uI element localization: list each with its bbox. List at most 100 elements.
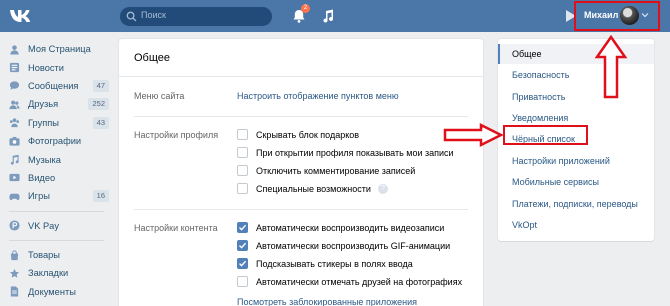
checkbox-box[interactable] bbox=[237, 258, 248, 269]
count-badge: 252 bbox=[88, 98, 109, 111]
sidebar-item-label: VK Pay bbox=[28, 220, 60, 231]
search-placeholder: Поиск bbox=[141, 10, 166, 20]
checkbox-box[interactable] bbox=[237, 222, 248, 233]
sidebar-item-music[interactable]: Музыка bbox=[0, 150, 112, 168]
menu-item-privacy[interactable]: Приватность bbox=[498, 87, 654, 107]
video-icon bbox=[9, 174, 20, 182]
configure-menu-link[interactable]: Настроить отображение пунктов меню bbox=[237, 91, 399, 101]
checkbox-disable-comments[interactable]: Отключить комментирование записей bbox=[237, 165, 415, 176]
games-icon bbox=[9, 193, 20, 200]
sidebar-item-label: Товары bbox=[28, 250, 60, 261]
news-icon bbox=[9, 62, 20, 73]
sidebar-item-video[interactable]: Видео bbox=[0, 169, 112, 187]
menu-item-payments[interactable]: Платежи, подписки, переводы bbox=[498, 194, 654, 214]
divider bbox=[134, 209, 468, 210]
sidebar-item-label: Закладки bbox=[28, 268, 69, 279]
checkbox-label: Специальные возможности bbox=[256, 183, 371, 194]
sidebar-item-bookmarks[interactable]: Закладки bbox=[0, 264, 112, 282]
help-icon[interactable]: ? bbox=[377, 183, 388, 194]
checkbox-box[interactable] bbox=[237, 240, 248, 251]
friends-icon bbox=[9, 100, 20, 109]
divider bbox=[119, 76, 483, 77]
settings-panel: Общее Меню сайта Настроить отображение п… bbox=[119, 39, 483, 306]
sidebar-item-friends[interactable]: Друзья 252 bbox=[0, 95, 112, 113]
checkbox-show-my-posts[interactable]: При открытии профиля показывать мои запи… bbox=[237, 147, 454, 158]
sidebar-item-label: Музыка bbox=[28, 154, 61, 165]
menu-item-mobile-services[interactable]: Мобильные сервисы bbox=[498, 172, 654, 192]
checkbox-autoplay-video[interactable]: Автоматически воспроизводить видеозаписи bbox=[237, 222, 444, 233]
bookmarks-icon bbox=[9, 268, 20, 278]
checkbox-suggest-stickers[interactable]: Подсказывать стикеры в полях ввода bbox=[237, 258, 413, 269]
checkbox-label: Автоматически воспроизводить GIF-анимаци… bbox=[256, 240, 451, 251]
messages-icon bbox=[9, 81, 20, 91]
count-badge: 47 bbox=[92, 79, 109, 92]
user-menu-highlight bbox=[574, 1, 660, 31]
divider bbox=[134, 116, 468, 117]
groups-icon bbox=[9, 118, 20, 128]
sidebar-item-label: Новости bbox=[28, 62, 64, 73]
checkbox-label: Отключить комментирование записей bbox=[256, 165, 416, 176]
sidebar-item-label: Сообщения bbox=[28, 80, 79, 91]
checkbox-autoplay-gif[interactable]: Автоматически воспроизводить GIF-анимаци… bbox=[237, 240, 450, 251]
menu-item-security[interactable]: Безопасность bbox=[498, 65, 654, 85]
top-header: Поиск 2 Михаил bbox=[0, 0, 670, 32]
photo-icon bbox=[9, 136, 20, 146]
goods-icon bbox=[10, 250, 19, 260]
sidebar-item-photos[interactable]: Фотографии bbox=[0, 132, 112, 150]
checkbox-label: При открытии профиля показывать мои запи… bbox=[256, 147, 454, 158]
music-icon[interactable] bbox=[320, 8, 336, 24]
music-icon bbox=[10, 154, 19, 165]
page-title: Общее bbox=[134, 52, 171, 64]
menu-item-app-settings[interactable]: Настройки приложений bbox=[498, 151, 654, 171]
count-badge: 16 bbox=[92, 190, 109, 203]
checkbox-box[interactable] bbox=[237, 165, 248, 176]
checkbox-label: Подсказывать стикеры в полях ввода bbox=[256, 258, 413, 269]
checkbox-box[interactable] bbox=[237, 183, 248, 194]
count-badge: 43 bbox=[92, 116, 109, 129]
profile-section-label: Настройки профиля bbox=[134, 130, 219, 140]
sidebar-item-groups[interactable]: Группы 43 bbox=[0, 114, 112, 132]
checkbox-hide-gifts[interactable]: Скрывать блок подарков bbox=[237, 129, 359, 140]
sidebar-divider bbox=[9, 239, 104, 241]
vk-logo-icon[interactable] bbox=[8, 7, 32, 25]
sidebar-item-vkpay[interactable]: VK Pay bbox=[0, 217, 112, 235]
checkbox-accessibility[interactable]: Специальные возможности ? bbox=[237, 183, 388, 194]
sidebar-item-games[interactable]: Игры 16 bbox=[0, 187, 112, 205]
vkpay-icon bbox=[9, 220, 20, 231]
sidebar-item-label: Документы bbox=[28, 286, 76, 297]
notification-badge: 2 bbox=[301, 4, 310, 13]
sidebar-item-goods[interactable]: Товары bbox=[0, 246, 112, 264]
sidebar-item-label: Моя Страница bbox=[28, 44, 91, 55]
menu-section-label: Меню сайта bbox=[134, 91, 185, 101]
menu-item-general[interactable]: Общее bbox=[498, 44, 654, 64]
sidebar-item-my-page[interactable]: Моя Страница bbox=[0, 40, 112, 58]
checkbox-tag-friends[interactable]: Автоматически отмечать друзей на фотогра… bbox=[237, 276, 462, 287]
sidebar-item-label: Игры bbox=[28, 191, 50, 202]
checkbox-label: Скрывать блок подарков bbox=[256, 129, 360, 140]
menu-item-vkopt[interactable]: VkOpt bbox=[498, 215, 654, 235]
content-section-label: Настройки контента bbox=[134, 223, 218, 233]
sidebar-item-label: Группы bbox=[28, 117, 59, 128]
checkbox-label: Автоматически воспроизводить видеозаписи bbox=[256, 222, 445, 233]
sidebar-item-messages[interactable]: Сообщения 47 bbox=[0, 77, 112, 95]
checkbox-label: Автоматически отмечать друзей на фотогра… bbox=[256, 276, 463, 287]
sidebar-divider bbox=[9, 210, 104, 212]
sidebar-item-documents[interactable]: Документы bbox=[0, 283, 112, 301]
sidebar-item-label: Друзья bbox=[28, 99, 59, 110]
right-arrow-icon bbox=[443, 123, 503, 147]
check-icon bbox=[239, 242, 247, 249]
left-sidebar: Моя Страница Новости Сообщения 47 Друзья… bbox=[0, 40, 112, 301]
home-icon bbox=[10, 45, 19, 55]
checkbox-box[interactable] bbox=[237, 147, 248, 158]
sidebar-item-news[interactable]: Новости bbox=[0, 58, 112, 76]
documents-icon bbox=[10, 286, 19, 297]
blocked-apps-link[interactable]: Посмотреть заблокированные приложения bbox=[237, 297, 417, 306]
search-input[interactable]: Поиск bbox=[120, 7, 272, 26]
check-icon bbox=[239, 224, 247, 231]
checkbox-box[interactable] bbox=[237, 129, 248, 140]
sidebar-item-label: Видео bbox=[28, 172, 56, 183]
search-icon bbox=[126, 11, 137, 22]
up-arrow-icon bbox=[594, 35, 628, 99]
checkbox-box[interactable] bbox=[237, 276, 248, 287]
blacklist-highlight bbox=[503, 125, 588, 145]
